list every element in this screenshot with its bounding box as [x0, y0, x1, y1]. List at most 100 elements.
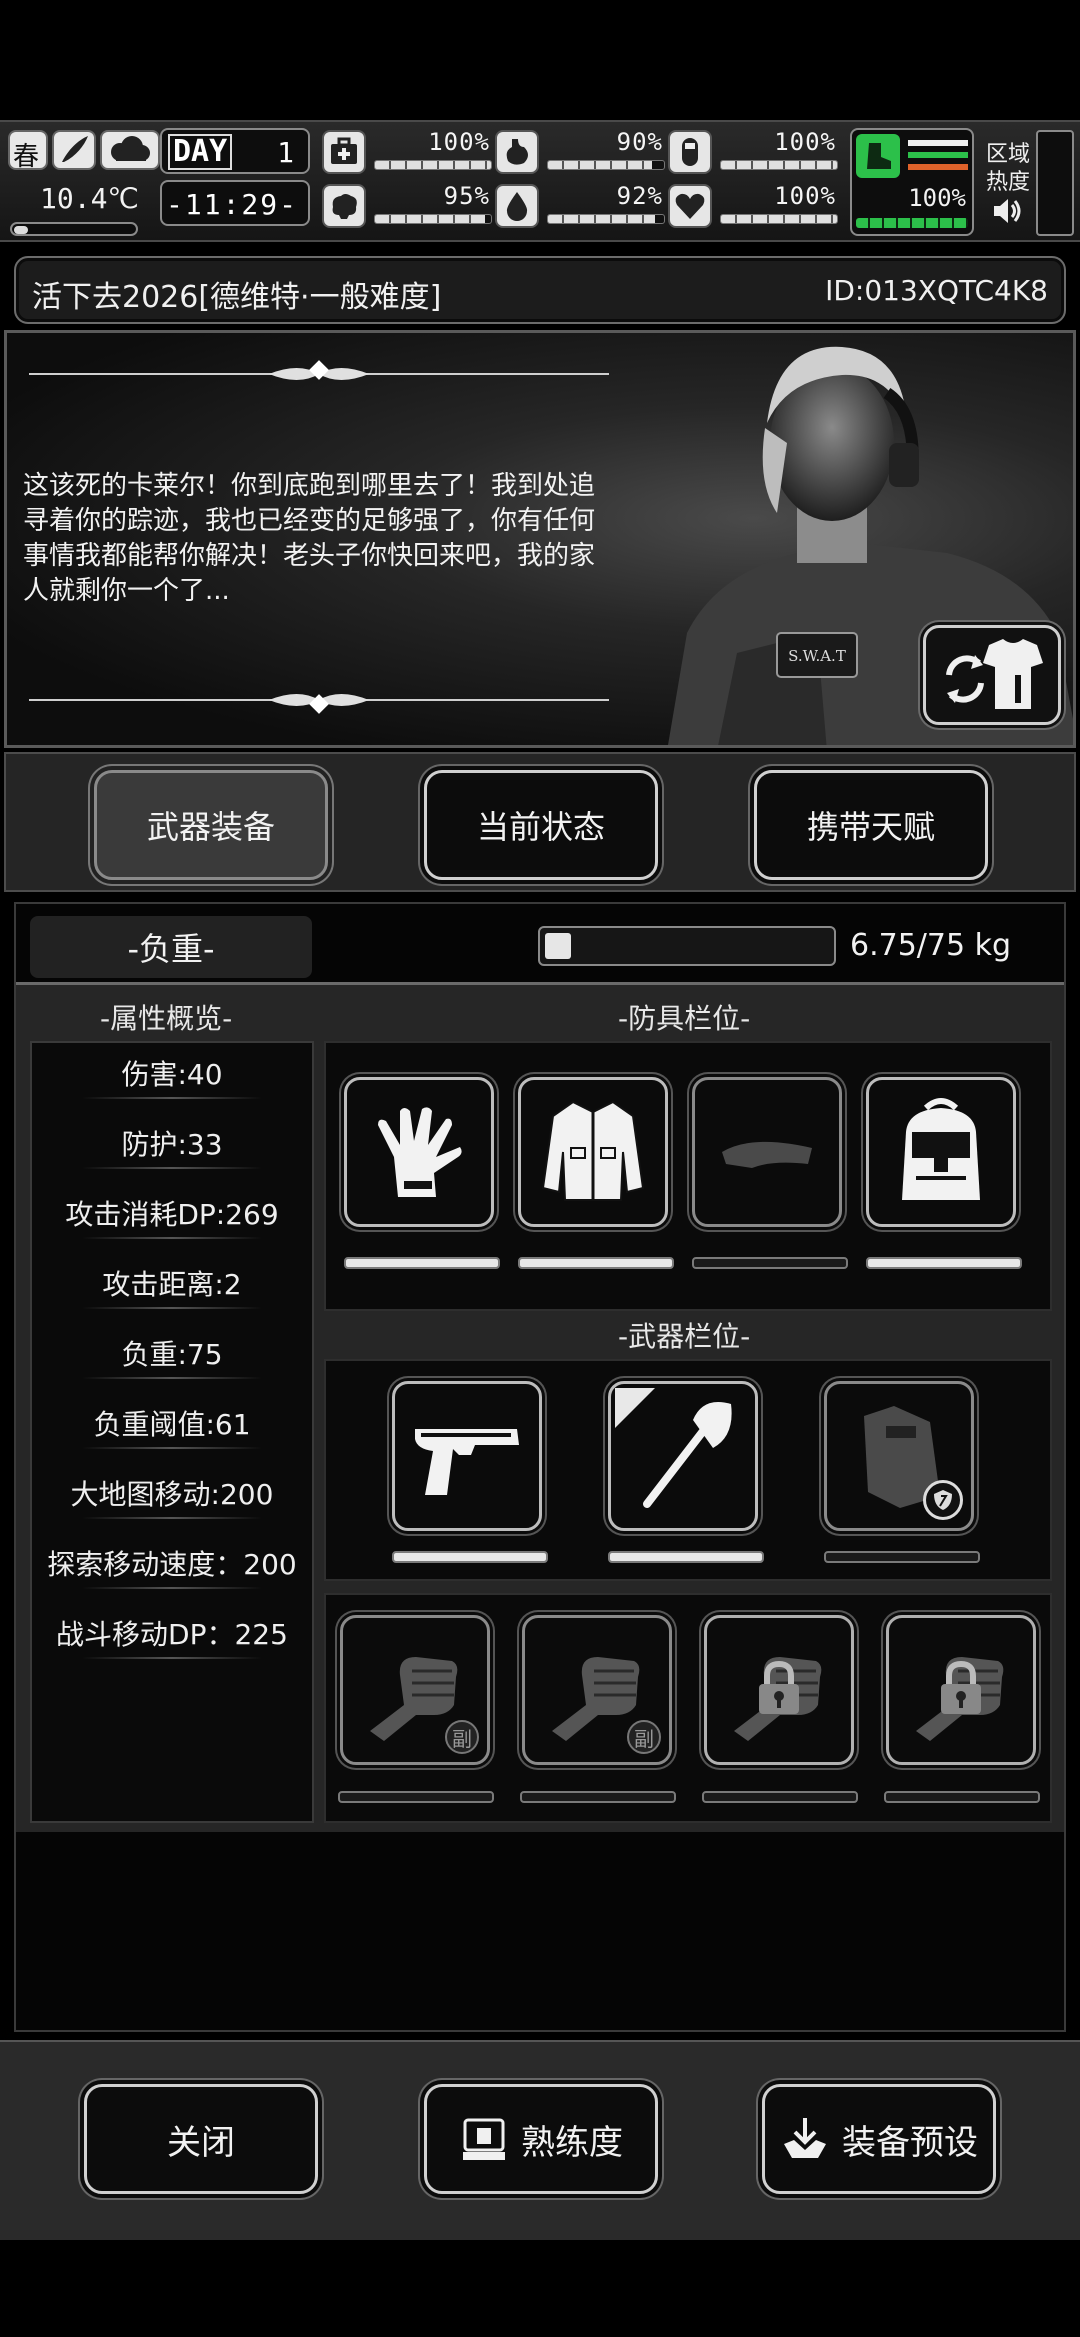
stomach-icon	[495, 130, 539, 174]
attribute-item: 防护:33	[121, 1128, 223, 1161]
sub-slot-badge: 副	[627, 1720, 661, 1754]
stat-value: 92%	[616, 182, 663, 210]
sub-weapon-slot[interactable]: 副	[340, 1615, 490, 1765]
attribute-item: 攻击消耗DP:269	[65, 1198, 279, 1231]
stat-value: 100%	[774, 128, 836, 156]
paw-badge-icon	[615, 1388, 655, 1428]
attribute-item: 攻击距离:2	[102, 1268, 242, 1301]
load-label: -负重-	[30, 916, 312, 978]
glove-icon	[378, 1107, 462, 1197]
temperature-bar	[10, 222, 138, 236]
extra-slot-bar	[702, 1791, 858, 1803]
day-counter: DAY 1	[160, 128, 310, 174]
feather-icon	[52, 130, 96, 170]
equipment-preset-button[interactable]: 装备预设	[762, 2084, 996, 2194]
lock-icon	[941, 1660, 981, 1714]
attribute-divider	[82, 1167, 262, 1169]
armor-slot-head[interactable]	[692, 1077, 842, 1227]
game-title: 活下去2026[德维特·一般难度]	[32, 280, 442, 315]
boot-icon	[856, 134, 900, 178]
armor-durability-bar	[344, 1257, 500, 1269]
attribute-item: 负重阈值:61	[93, 1408, 251, 1441]
brain-icon	[322, 184, 366, 228]
armor-slot-area	[324, 1041, 1052, 1311]
attribute-divider	[82, 1377, 262, 1379]
sub-weapon-slot[interactable]: 副	[522, 1615, 672, 1765]
tab-weapons-equipment[interactable]: 武器装备	[94, 770, 328, 880]
locked-weapon-slot[interactable]	[886, 1615, 1036, 1765]
story-panel: 这该死的卡莱尔！你到底跑到哪里去了！我到处追寻着你的踪迹，我也已经变的足够强了，…	[4, 330, 1076, 748]
backpack-icon	[902, 1098, 980, 1200]
weapon-slot-primary[interactable]	[392, 1381, 542, 1531]
armor-slot-body[interactable]	[518, 1077, 668, 1227]
locked-weapon-slot[interactable]	[704, 1615, 854, 1765]
player-id: ID:013XQTC4K8	[825, 274, 1048, 307]
cloud-icon	[100, 130, 160, 170]
day-number: 1	[277, 136, 294, 169]
attributes-list: 伤害:40 防护:33 攻击消耗DP:269 攻击距离:2 负重:75 负重阈值:61 大地…	[30, 1041, 314, 1823]
download-tray-icon	[784, 2118, 826, 2158]
weapon-durability-bar	[608, 1551, 764, 1563]
day-label: DAY	[168, 134, 233, 170]
weapon-durability-bar	[824, 1551, 980, 1563]
weapon-durability-bar	[392, 1551, 548, 1563]
attribute-divider	[82, 1097, 262, 1099]
shield-badge-icon	[923, 1480, 963, 1520]
close-button[interactable]: 关闭	[84, 2084, 318, 2194]
weapon-slot-secondary[interactable]	[608, 1381, 758, 1531]
stat-bar	[374, 214, 492, 224]
equipment-inner: -属性概览- -防具栏位- 伤害:40 防护:33 攻击消耗DP:269 攻击距离:2…	[16, 982, 1064, 1832]
stat-bar	[547, 214, 665, 224]
attribute-item: 探索移动速度：200	[47, 1548, 297, 1581]
stamina-value: 100%	[908, 184, 966, 212]
stat-bar	[547, 160, 665, 170]
speaker-icon[interactable]	[990, 194, 1024, 228]
stat-value: 90%	[616, 128, 663, 156]
armor-durability-bar	[518, 1257, 674, 1269]
stamina-panel: 100%	[850, 128, 974, 236]
attribute-item: 负重:75	[121, 1338, 223, 1371]
stat-value: 95%	[443, 182, 490, 210]
clock-time: -11:29-	[166, 188, 299, 221]
armor-slot-gloves[interactable]	[344, 1077, 494, 1227]
zone-heat-meter	[1036, 130, 1074, 236]
ornament-divider-top	[29, 360, 609, 380]
tab-current-status[interactable]: 当前状态	[424, 770, 658, 880]
extra-slot-bar	[884, 1791, 1040, 1803]
weapon-slot-area	[324, 1359, 1052, 1581]
extra-slot-bar	[520, 1791, 676, 1803]
pill-icon	[668, 130, 712, 174]
armor-slot-backpack[interactable]	[866, 1077, 1016, 1227]
sub-slot-badge: 副	[445, 1720, 479, 1754]
stat-value: 100%	[428, 128, 490, 156]
stat-bar	[374, 160, 492, 170]
attribute-divider	[82, 1517, 262, 1519]
temperature-readout: 10.4℃	[40, 182, 139, 215]
swat-badge: S.W.A.T	[788, 647, 846, 665]
heat-label: 热度	[986, 170, 1031, 195]
load-progress-bar	[538, 926, 836, 966]
equipment-panel: -负重- 6.75/75 kg -属性概览- -防具栏位- 伤害:40 防护:33…	[14, 902, 1066, 2032]
attribute-divider	[82, 1237, 262, 1239]
change-outfit-button[interactable]	[923, 625, 1061, 725]
tab-carried-talents[interactable]: 携带天赋	[754, 770, 988, 880]
weapon-slot-shield[interactable]	[824, 1381, 974, 1531]
pistol-icon	[415, 1429, 519, 1495]
attribute-divider	[82, 1447, 262, 1449]
status-hud: 春 10.4℃ DAY 1 -11:29- 100% 90% 100% 95% 92% 1…	[0, 120, 1080, 242]
attribute-item: 大地图移动:200	[70, 1478, 274, 1511]
load-value: 6.75/75 kg	[850, 928, 1012, 963]
stat-bar	[720, 160, 838, 170]
extra-slot-bar	[338, 1791, 494, 1803]
proficiency-label: 熟练度	[521, 2122, 623, 2163]
water-drop-icon	[495, 184, 539, 228]
attributes-title: -属性概览-	[100, 1002, 233, 1035]
story-text: 这该死的卡莱尔！你到底跑到哪里去了！我到处追寻着你的踪迹，我也已经变的足够强了，…	[23, 471, 596, 606]
outfit-swap-icon	[946, 639, 1043, 709]
podium-icon	[463, 2118, 505, 2160]
season-badge: 春	[8, 130, 48, 172]
tab-bar: 武器装备 当前状态 携带天赋	[4, 752, 1076, 892]
proficiency-button[interactable]: 熟练度	[424, 2084, 658, 2194]
stat-bar	[720, 214, 838, 224]
attribute-item: 伤害:40	[121, 1058, 223, 1091]
